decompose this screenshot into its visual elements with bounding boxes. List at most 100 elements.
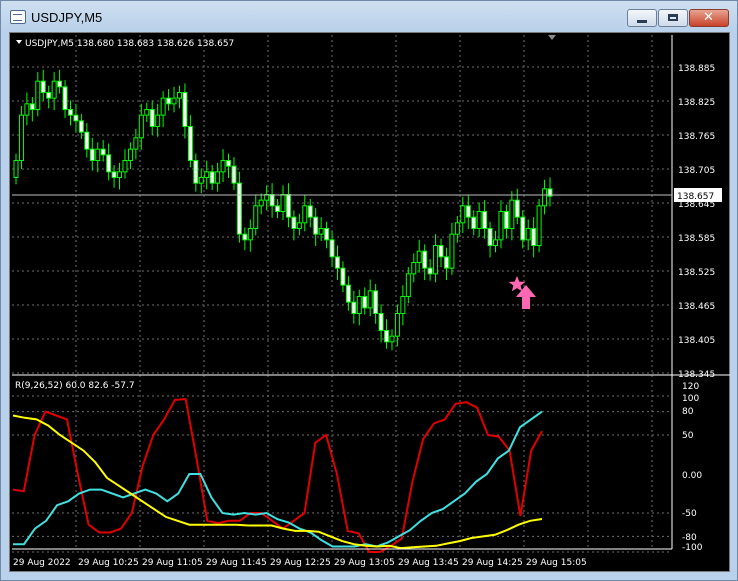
- indicator-level: 100: [682, 394, 699, 404]
- candle-body: [373, 290, 379, 315]
- candle-body: [438, 245, 444, 258]
- candle-body: [443, 256, 449, 269]
- price-level: 138.525: [678, 268, 715, 278]
- candle-body: [18, 114, 24, 161]
- title-bar[interactable]: USDJPY,M5 ✕: [1, 1, 737, 33]
- candle-body: [405, 273, 411, 297]
- shift-marker-icon[interactable]: [548, 35, 556, 40]
- candle-body: [46, 92, 52, 99]
- candle-body: [324, 228, 330, 241]
- candle-body: [215, 171, 221, 184]
- indicator-level: 120: [682, 382, 699, 392]
- candle-body: [187, 126, 193, 161]
- time-label: 29 Aug 15:05: [526, 558, 587, 568]
- indicator-level: -100: [682, 543, 703, 553]
- price-axis: 138.885 138.825 138.765 138.705 138.645 …: [678, 64, 715, 380]
- indicator-axis: 120 100 80 50 0.00 -50 -80 -100: [682, 382, 703, 553]
- candle-body: [209, 171, 215, 184]
- candle-body: [531, 228, 537, 246]
- time-label: 29 Aug 11:45: [206, 558, 267, 568]
- close-button[interactable]: ✕: [689, 9, 729, 27]
- time-label: 29 Aug 14:25: [462, 558, 523, 568]
- candle-body: [247, 228, 253, 241]
- time-label: 29 Aug 10:25: [78, 558, 139, 568]
- candle-body: [422, 250, 428, 269]
- candle-body: [100, 148, 106, 156]
- candle-body: [296, 222, 302, 229]
- chart-area[interactable]: 138.657 USDJPY,M5 138.680 138.683 138.62…: [9, 32, 730, 572]
- candle-body: [536, 205, 542, 246]
- candle-body: [384, 330, 390, 343]
- close-icon: ✕: [703, 10, 714, 25]
- price-level: 138.885: [678, 64, 715, 74]
- candle-body: [514, 199, 520, 218]
- maximize-icon: [668, 14, 678, 21]
- minimize-button[interactable]: [627, 9, 657, 27]
- candle-body: [378, 313, 384, 331]
- candle-body: [236, 182, 242, 235]
- candle-body: [13, 160, 19, 178]
- candle-body: [253, 205, 259, 229]
- candle-body: [269, 194, 275, 207]
- candle-body: [226, 160, 232, 167]
- candle-body: [313, 216, 319, 235]
- candle-body: [389, 335, 395, 343]
- candle-body: [67, 109, 73, 116]
- candle-body: [73, 114, 79, 122]
- time-label: 29 Aug 13:45: [398, 558, 459, 568]
- candle-body: [493, 239, 499, 246]
- candle-body: [394, 313, 400, 337]
- candle-body: [367, 290, 373, 309]
- candle-body: [24, 103, 30, 116]
- indicator-level: 80: [682, 407, 694, 417]
- candle-body: [171, 97, 177, 105]
- candle-body: [242, 233, 248, 241]
- candle-body: [498, 211, 504, 241]
- candle-body: [351, 301, 357, 314]
- maximize-button[interactable]: [658, 9, 688, 27]
- candle-body: [106, 154, 112, 173]
- candle-body: [144, 109, 150, 116]
- candle-body: [542, 188, 548, 207]
- candle-body: [356, 296, 362, 314]
- price-level: 138.345: [678, 370, 715, 380]
- price-level: 138.645: [678, 200, 715, 210]
- price-level: 138.465: [678, 302, 715, 312]
- candle-body: [204, 171, 210, 178]
- price-level: 138.765: [678, 132, 715, 142]
- candle-body: [95, 148, 101, 161]
- candle-body: [302, 205, 308, 224]
- candle-body: [89, 148, 95, 161]
- candle-body: [138, 114, 144, 139]
- minimize-icon: [637, 20, 647, 23]
- candle-body: [78, 120, 84, 133]
- candle-body: [362, 296, 368, 309]
- candle-body: [29, 103, 35, 111]
- price-chart-svg[interactable]: 138.657 USDJPY,M5 138.680 138.683 138.62…: [10, 33, 731, 573]
- candle-body: [307, 205, 313, 218]
- candle-body: [155, 114, 161, 127]
- candle-body: [133, 137, 139, 150]
- price-level: 138.705: [678, 166, 715, 176]
- candle-body: [471, 216, 477, 230]
- candle-body: [334, 256, 340, 269]
- time-label: 29 Aug 12:25: [270, 558, 331, 568]
- candle-body: [149, 109, 155, 127]
- indicator-line-r9: [12, 398, 543, 553]
- candle-body: [285, 194, 291, 218]
- candle-body: [454, 222, 460, 235]
- candle-body: [122, 160, 128, 173]
- price-level: 138.825: [678, 98, 715, 108]
- candle-body: [318, 228, 324, 235]
- chart-header: USDJPY,M5 138.680 138.683 138.626 138.65…: [25, 39, 234, 49]
- candle-body: [433, 245, 439, 275]
- chart-menu-triangle-icon[interactable]: [16, 40, 22, 44]
- candle-body: [449, 233, 455, 269]
- candle-body: [465, 205, 471, 218]
- candle-body: [416, 250, 422, 264]
- candle-body: [280, 194, 286, 212]
- candle-body: [520, 216, 526, 241]
- window-title: USDJPY,M5: [31, 10, 103, 25]
- candle-body: [182, 92, 188, 127]
- indicator-level: -50: [682, 509, 697, 519]
